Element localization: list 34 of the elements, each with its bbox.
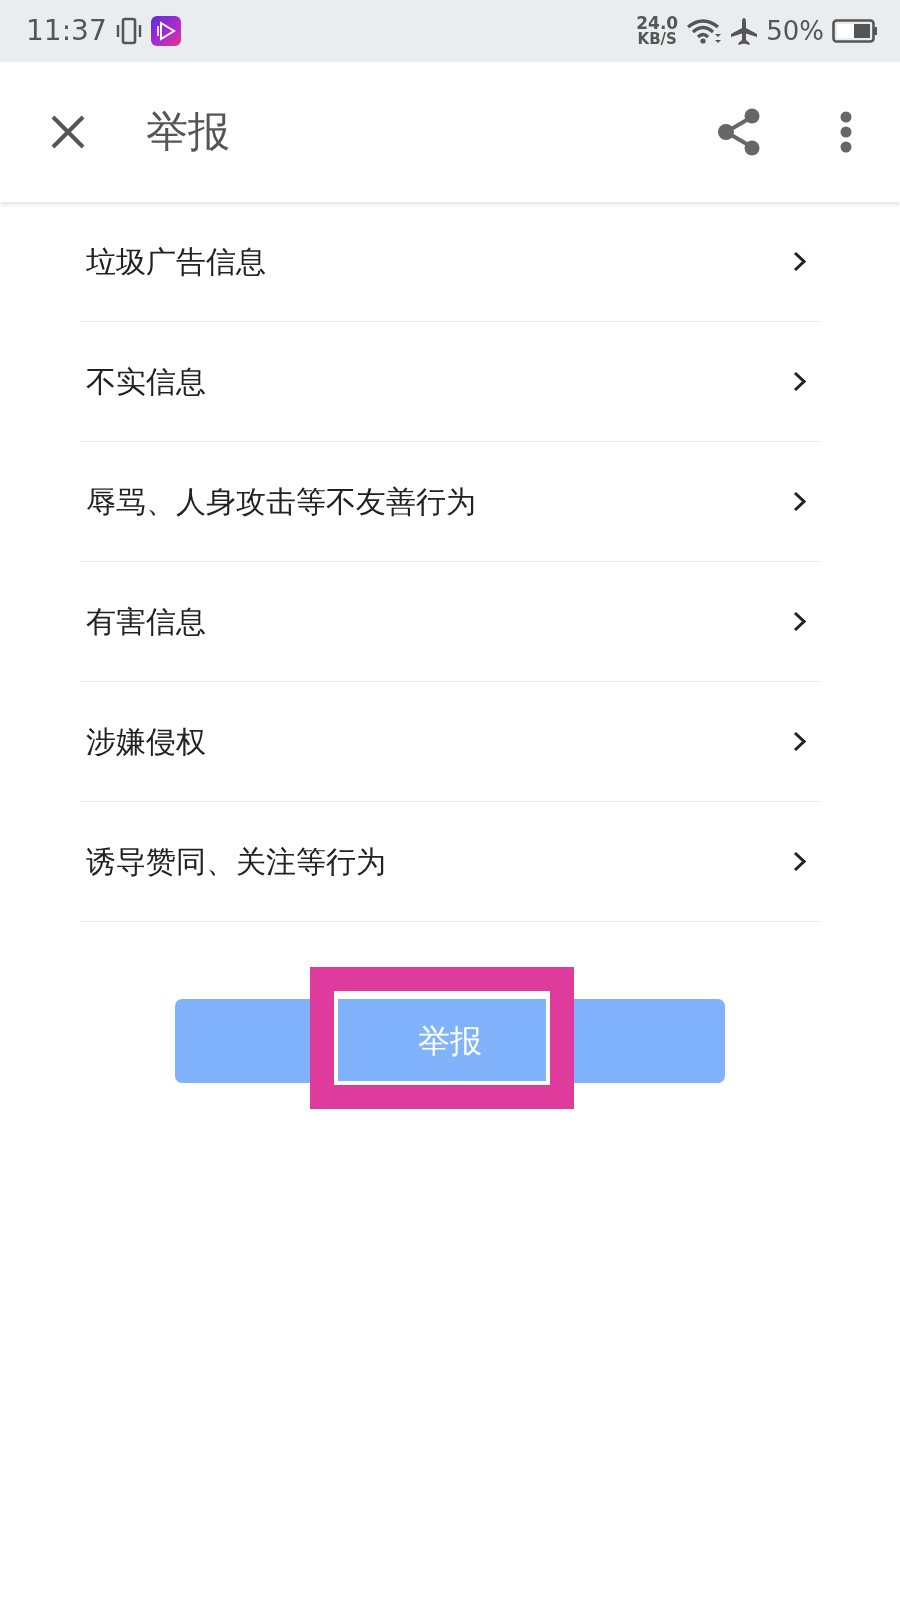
- chevron-right-icon: [793, 731, 806, 752]
- reason-label: 不实信息: [86, 366, 206, 397]
- report-reason-item[interactable]: 诱导赞同、关注等行为: [80, 802, 820, 922]
- close-icon: [50, 114, 86, 150]
- clock-time: 11:37: [26, 17, 107, 45]
- chevron-right-icon: [793, 611, 806, 632]
- battery-percent: 50%: [766, 18, 824, 44]
- report-reason-item[interactable]: 不实信息: [80, 322, 820, 442]
- page-title: 举报: [146, 111, 230, 153]
- reason-label: 有害信息: [86, 606, 206, 637]
- more-options-icon: [840, 111, 852, 153]
- reason-label: 诱导赞同、关注等行为: [86, 846, 386, 877]
- report-reason-item[interactable]: 有害信息: [80, 562, 820, 682]
- chevron-right-icon: [793, 491, 806, 512]
- chevron-right-icon: [793, 251, 806, 272]
- share-icon: [716, 108, 760, 156]
- speed-unit: KB/S: [636, 32, 678, 47]
- report-reason-item[interactable]: 垃圾广告信息: [80, 202, 820, 322]
- airplane-mode-icon: [730, 17, 759, 45]
- battery-icon: [832, 19, 878, 43]
- app-icon: [150, 16, 181, 46]
- chevron-right-icon: [793, 851, 806, 872]
- report-reason-item[interactable]: 辱骂、人身攻击等不友善行为: [80, 442, 820, 562]
- report-reason-item[interactable]: 涉嫌侵权: [80, 682, 820, 802]
- chevron-right-icon: [793, 371, 806, 392]
- more-options-button[interactable]: [840, 111, 852, 153]
- share-button[interactable]: [716, 108, 760, 156]
- vibrate-icon: [114, 17, 143, 45]
- network-speed: 24.0: [636, 15, 679, 32]
- reason-label: 辱骂、人身攻击等不友善行为: [86, 486, 476, 517]
- reason-label: 垃圾广告信息: [86, 246, 266, 277]
- wifi-icon: [686, 18, 723, 44]
- reason-label: 涉嫌侵权: [86, 726, 206, 757]
- close-button[interactable]: [50, 114, 86, 150]
